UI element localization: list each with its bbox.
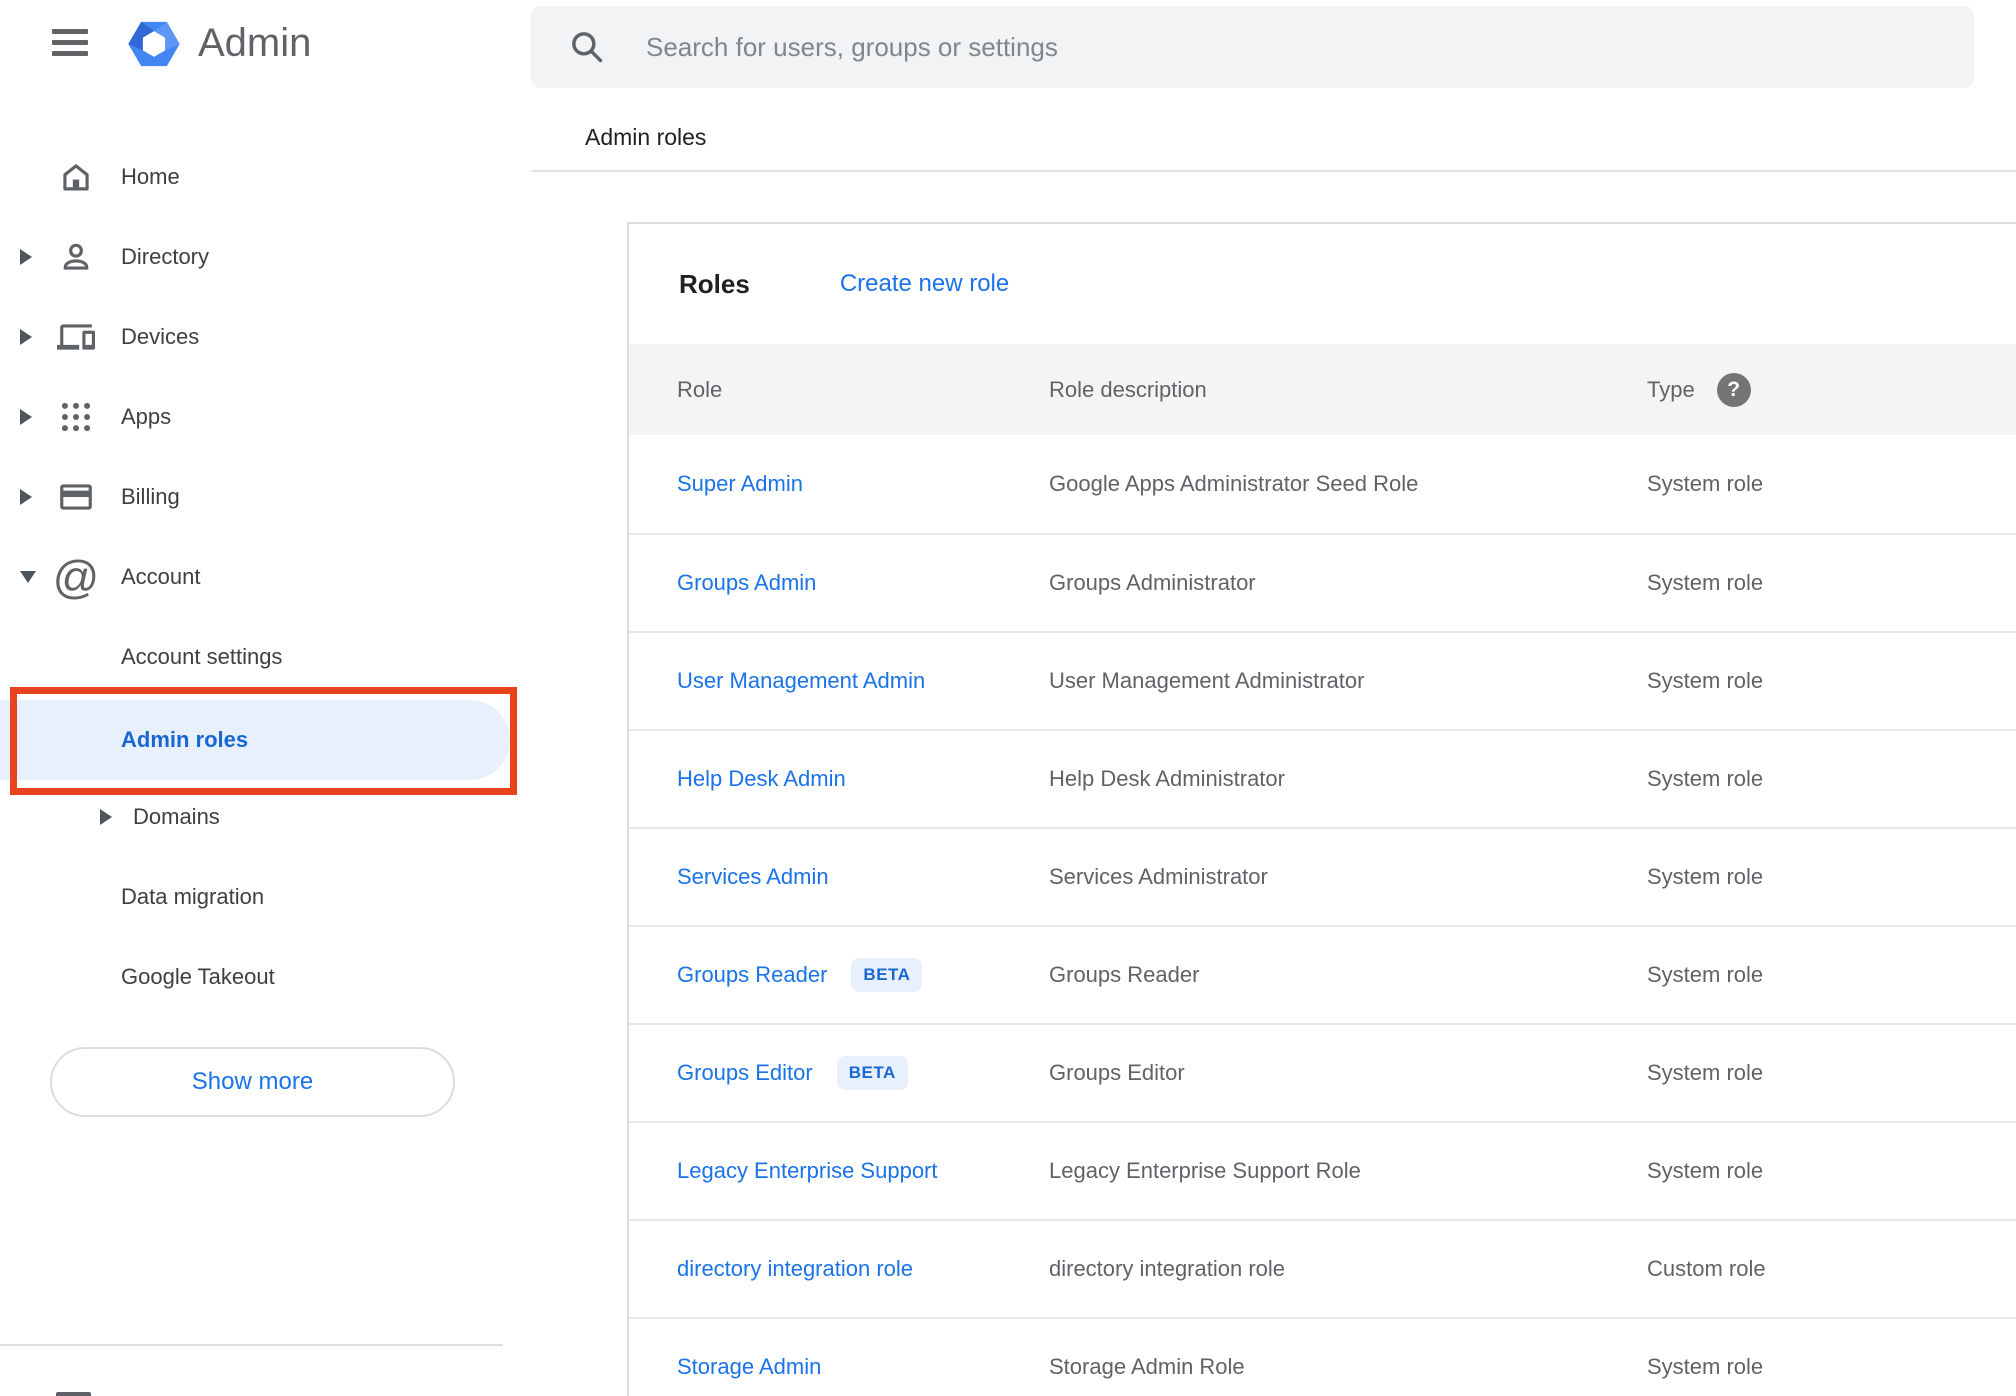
role-description: Services Administrator [1049, 864, 1268, 889]
home-icon [56, 155, 96, 199]
role-type: System role [1647, 962, 1764, 987]
role-description: User Management Administrator [1049, 668, 1365, 693]
role-type: System role [1647, 471, 1764, 496]
sidebar-item-label: Account [121, 564, 201, 589]
beta-badge: BETA [851, 958, 923, 992]
role-description: Groups Administrator [1049, 570, 1256, 595]
table-row: Super Admin Google Apps Administrator Se… [629, 435, 2016, 533]
sidebar-bottom-divider [0, 1344, 503, 1346]
sidebar-item-google-takeout[interactable]: Google Takeout [0, 937, 531, 1017]
table-row: Groups Editor BETA Groups Editor System … [629, 1023, 2016, 1121]
roles-table: Super Admin Google Apps Administrator Se… [629, 435, 2016, 1396]
at-sign-icon: @ [52, 551, 100, 603]
role-type: System role [1647, 1158, 1764, 1183]
role-link[interactable]: Legacy Enterprise Support [677, 1158, 938, 1184]
sidebar-item-domains[interactable]: Domains [0, 777, 531, 857]
role-link[interactable]: Services Admin [677, 864, 829, 890]
role-link[interactable]: directory integration role [677, 1256, 913, 1282]
search-bar[interactable] [531, 6, 1974, 88]
column-header-role: Role [677, 376, 723, 402]
sidebar-item-label: Admin roles [121, 727, 249, 752]
role-description: Help Desk Administrator [1049, 766, 1285, 791]
role-type: Custom role [1647, 1256, 1766, 1281]
role-link[interactable]: Groups Admin [677, 570, 816, 596]
show-more-button[interactable]: Show more [50, 1047, 455, 1117]
card-title: Roles [679, 268, 750, 299]
role-type: System role [1647, 766, 1764, 791]
chevron-down-icon[interactable] [20, 571, 36, 583]
sidebar-item-label: Devices [121, 324, 200, 349]
column-header-description: Role description [1049, 376, 1207, 402]
sidebar-item-label: Home [121, 164, 180, 189]
sidebar-item-label: Apps [121, 404, 172, 429]
google-admin-console: Admin Admin roles Home Directory [0, 0, 2016, 1396]
role-description: directory integration role [1049, 1256, 1286, 1281]
role-link[interactable]: Help Desk Admin [677, 766, 846, 792]
chevron-right-icon[interactable] [20, 329, 32, 345]
sidebar-item-devices[interactable]: Devices [0, 297, 531, 377]
role-link[interactable]: Super Admin [677, 471, 803, 497]
breadcrumb: Admin roles [585, 124, 707, 150]
person-icon [56, 235, 96, 279]
roles-card-header: Roles Create new role [679, 224, 1009, 344]
table-row: Legacy Enterprise Support Legacy Enterpr… [629, 1121, 2016, 1219]
role-type: System role [1647, 570, 1764, 595]
app-title: Admin [198, 21, 312, 65]
devices-icon [56, 315, 96, 359]
role-link[interactable]: Groups Editor [677, 1060, 813, 1086]
role-description: Groups Editor [1049, 1060, 1185, 1085]
sidebar-item-label: Directory [121, 244, 210, 269]
sidebar-item-account-settings[interactable]: Account settings [0, 617, 531, 697]
sidebar-item-label: Billing [121, 484, 180, 509]
table-row: User Management Admin User Management Ad… [629, 631, 2016, 729]
sidebar-item-home[interactable]: Home [0, 137, 531, 217]
role-type: System role [1647, 1060, 1764, 1085]
table-row: Groups Reader BETA Groups Reader System … [629, 925, 2016, 1023]
question-mark-icon[interactable]: ? [1716, 372, 1751, 407]
create-new-role-link[interactable]: Create new role [840, 270, 1009, 298]
role-link[interactable]: Storage Admin [677, 1354, 821, 1380]
clipped-sidebar-icon [56, 1392, 91, 1396]
chevron-right-icon[interactable] [20, 249, 32, 265]
role-description: Storage Admin Role [1049, 1354, 1245, 1379]
search-input[interactable] [644, 30, 1974, 64]
sidebar-item-data-migration[interactable]: Data migration [0, 857, 531, 937]
role-type: System role [1647, 668, 1764, 693]
sidebar-item-account[interactable]: @ Account [0, 537, 531, 617]
table-row: directory integration role directory int… [629, 1219, 2016, 1317]
sidebar-item-label: Data migration [121, 884, 265, 909]
role-description: Google Apps Administrator Seed Role [1049, 471, 1419, 496]
sidebar-item-billing[interactable]: Billing [0, 457, 531, 537]
table-row: Storage Admin Storage Admin Role System … [629, 1317, 2016, 1396]
sidebar-item-label: Account settings [121, 644, 283, 669]
beta-badge: BETA [836, 1056, 908, 1090]
apps-grid-icon [56, 395, 96, 439]
sidebar-item-directory[interactable]: Directory [0, 217, 531, 297]
sidebar-item-apps[interactable]: Apps [0, 377, 531, 457]
search-icon [572, 32, 603, 63]
sidebar-item-label: Google Takeout [121, 964, 275, 989]
table-header-row: Role Role description Type ? [629, 344, 2016, 435]
role-link[interactable]: Groups Reader [677, 962, 827, 988]
chevron-right-icon[interactable] [20, 489, 32, 505]
role-type: System role [1647, 1354, 1764, 1379]
role-type: System role [1647, 864, 1764, 889]
role-description: Groups Reader [1049, 962, 1200, 987]
chevron-right-icon[interactable] [100, 809, 112, 825]
admin-logo-icon [128, 21, 180, 67]
role-link[interactable]: User Management Admin [677, 668, 925, 694]
content-divider [531, 170, 2016, 172]
table-row: Help Desk Admin Help Desk Administrator … [629, 729, 2016, 827]
chevron-right-icon[interactable] [20, 409, 32, 425]
table-row: Groups Admin Groups Administrator System… [629, 533, 2016, 631]
column-header-type: Type ? [1647, 372, 1751, 407]
sidebar-item-admin-roles[interactable]: Admin roles [0, 700, 531, 780]
table-row: Services Admin Services Administrator Sy… [629, 827, 2016, 925]
roles-card: Roles Create new role Role Role descript… [627, 222, 2016, 1396]
sidebar-item-label: Domains [133, 804, 220, 829]
role-description: Legacy Enterprise Support Role [1049, 1158, 1361, 1183]
credit-card-icon [56, 475, 96, 519]
menu-button[interactable] [52, 29, 88, 56]
